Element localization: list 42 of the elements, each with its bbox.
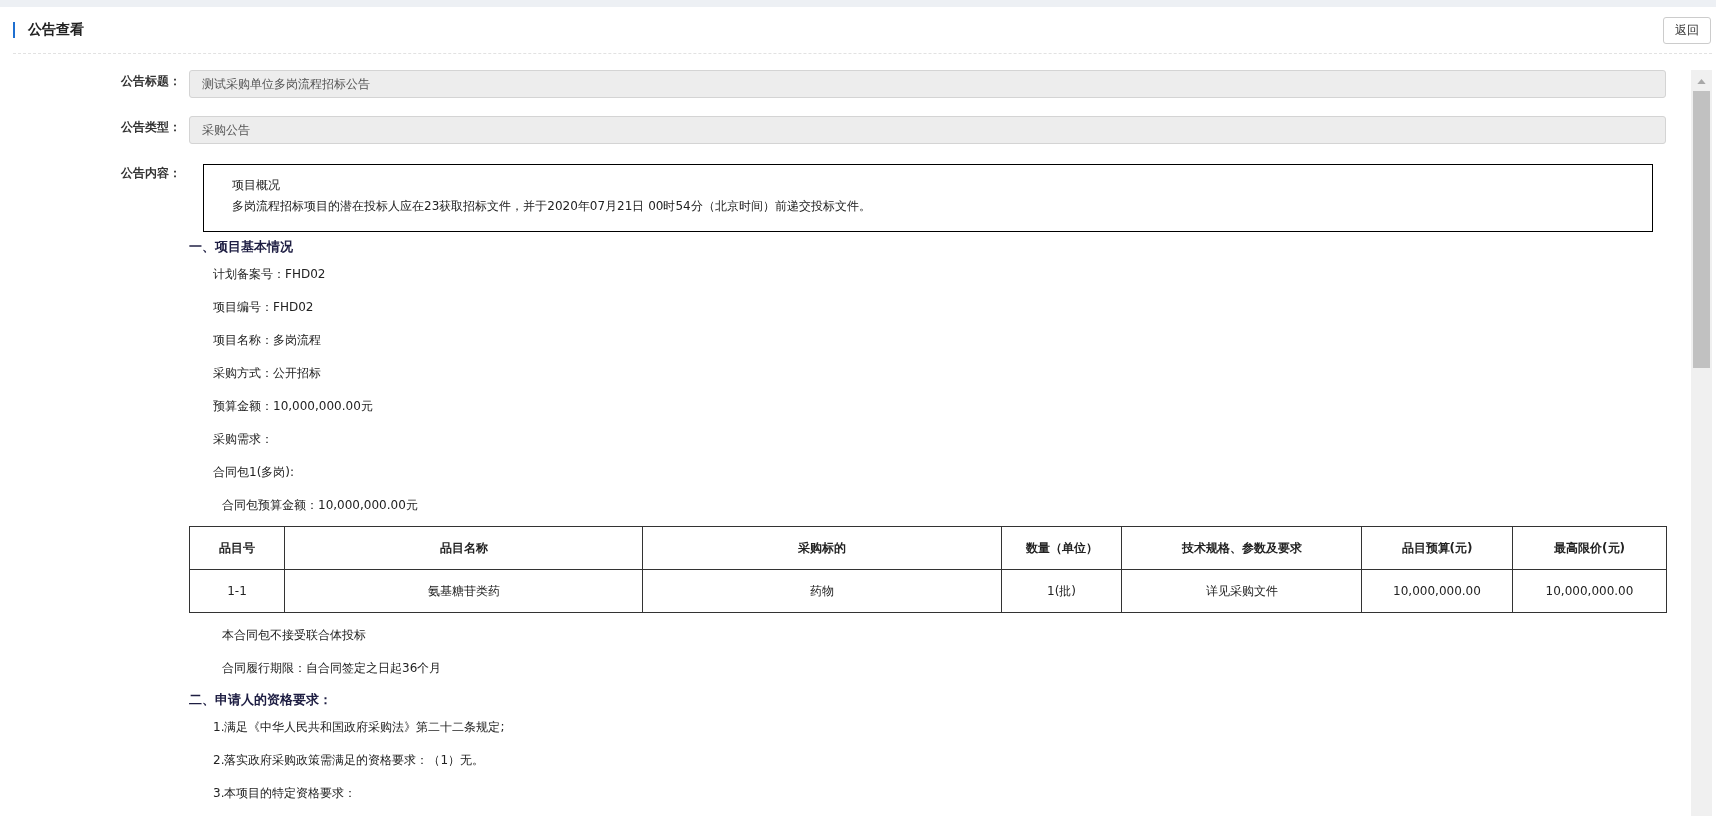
content-line: 合同包1(多岗): xyxy=(212,464,296,481)
table-cell: 氨基糖苷类药 xyxy=(284,569,643,613)
section-heading: 一、项目基本情况 xyxy=(189,238,294,256)
field-label: 公告标题： xyxy=(120,73,182,90)
table-cell: 详见采购文件 xyxy=(1121,569,1362,613)
table-cell: 药物 xyxy=(642,569,1002,613)
content-line: 本合同包不接受联合体投标 xyxy=(221,627,367,644)
input-field[interactable]: 测试采购单位多岗流程招标公告 xyxy=(189,70,1666,98)
scrollbar-thumb[interactable] xyxy=(1693,91,1710,368)
column-header: 数量（单位） xyxy=(1001,526,1122,570)
column-header: 品目名称 xyxy=(284,526,643,570)
column-header: 最高限价(元) xyxy=(1512,526,1667,570)
content-line: 1.满足《中华人民共和国政府采购法》第二十二条规定; xyxy=(212,719,506,736)
content-line: 采购方式：公开招标 xyxy=(212,365,322,382)
content-line: 合同履行期限：自合同签定之日起36个月 xyxy=(221,660,443,677)
field-label: 公告类型： xyxy=(120,119,182,136)
overview-title: 项目概况 xyxy=(232,177,281,194)
content-line: 采购需求： xyxy=(212,431,274,448)
column-header: 技术规格、参数及要求 xyxy=(1121,526,1362,570)
content-line: 预算金额：10,000,000.00元 xyxy=(212,398,374,415)
scroll-up-icon[interactable] xyxy=(1697,79,1706,84)
content-line: 3.本项目的特定资格要求： xyxy=(212,785,358,802)
column-header: 品目号 xyxy=(189,526,285,570)
table-cell: 10,000,000.00 xyxy=(1361,569,1513,613)
column-header: 品目预算(元) xyxy=(1361,526,1513,570)
column-header: 采购标的 xyxy=(642,526,1002,570)
table-cell: 10,000,000.00 xyxy=(1512,569,1667,613)
page-title: 公告查看 xyxy=(28,21,85,39)
title-accent-bar xyxy=(13,22,15,38)
content-line: 2.落实政府采购政策需满足的资格要求：（1）无。 xyxy=(212,752,486,769)
back-button[interactable]: 返回 xyxy=(1663,16,1711,44)
overview-text: 多岗流程招标项目的潜在投标人应在23获取招标文件，并于2020年07月21日 00时54分（北京时间）前递交投标文件。 xyxy=(232,198,872,215)
content-line: 项目名称：多岗流程 xyxy=(212,332,322,349)
section-heading: 二、申请人的资格要求： xyxy=(189,691,333,709)
table-cell: 1-1 xyxy=(189,569,285,613)
content-line: 合同包预算金额：10,000,000.00元 xyxy=(221,497,419,514)
input-field[interactable]: 采购公告 xyxy=(189,116,1666,144)
content-line: 项目编号：FHD02 xyxy=(212,299,315,316)
scrollbar[interactable] xyxy=(1691,70,1712,816)
field-label: 公告内容： xyxy=(120,165,182,182)
content-line: 计划备案号：FHD02 xyxy=(212,266,327,283)
table-cell: 1(批) xyxy=(1001,569,1122,613)
